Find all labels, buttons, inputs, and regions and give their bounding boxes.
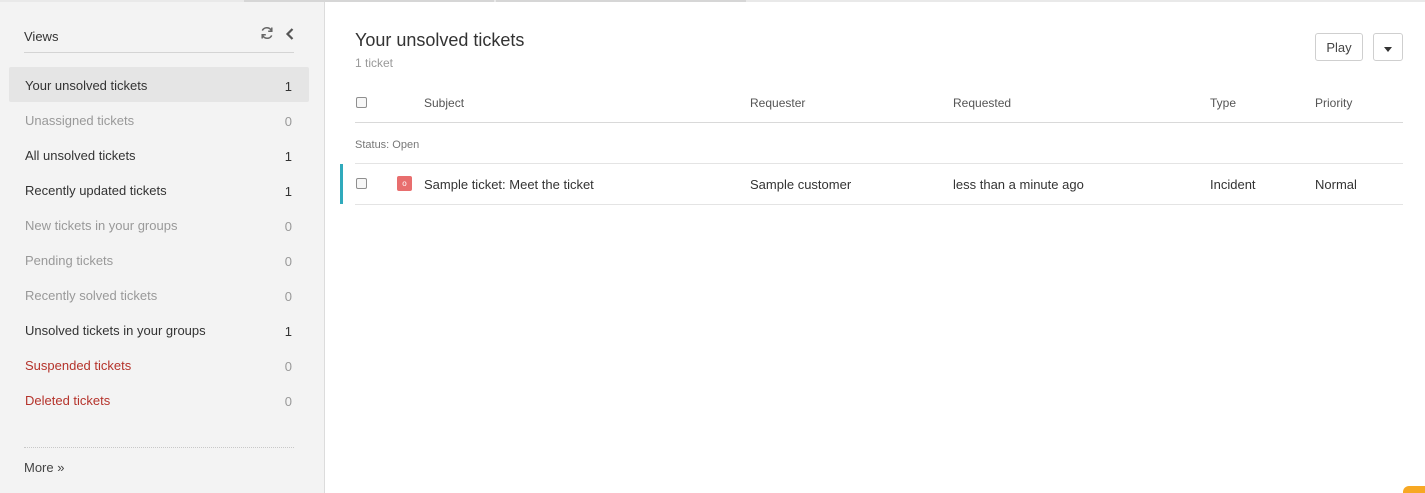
- view-label: Unsolved tickets in your groups: [25, 323, 206, 338]
- view-label: Recently solved tickets: [25, 288, 158, 303]
- sidebar-view-item[interactable]: Pending tickets 0: [9, 242, 309, 277]
- column-requester[interactable]: Requester: [750, 96, 805, 110]
- sidebar-divider: [24, 447, 294, 448]
- row-checkbox[interactable]: [356, 178, 367, 189]
- view-label: New tickets in your groups: [25, 218, 178, 233]
- view-label: Pending tickets: [25, 253, 114, 268]
- sidebar-view-item[interactable]: All unsolved tickets 1: [9, 137, 309, 172]
- view-count: 1: [284, 149, 292, 164]
- page-title: Your unsolved tickets: [355, 30, 525, 50]
- sidebar-view-item[interactable]: Recently solved tickets 0: [9, 277, 309, 312]
- table-row[interactable]: o Sample ticket: Meet the ticket Sample …: [340, 164, 1403, 205]
- view-count: 0: [284, 219, 292, 234]
- more-views-link[interactable]: More »: [24, 460, 64, 475]
- ticket-requester[interactable]: Sample customer: [750, 177, 851, 192]
- help-widget-tab[interactable]: [1403, 486, 1425, 493]
- group-header: Status: Open: [355, 123, 1403, 164]
- column-priority[interactable]: Priority: [1315, 96, 1352, 110]
- table-header: Subject Requester Requested Type Priorit…: [355, 84, 1403, 123]
- chevron-left-icon[interactable]: [285, 28, 295, 40]
- ticket-subject[interactable]: Sample ticket: Meet the ticket: [424, 177, 594, 192]
- ticket-count: 1 ticket: [355, 56, 394, 70]
- view-label: Deleted tickets: [25, 393, 111, 408]
- views-list: Your unsolved tickets 1 Unassigned tickets…: [9, 67, 309, 417]
- play-button[interactable]: Play: [1315, 33, 1363, 61]
- status-group-label: Status: Open: [355, 139, 420, 151]
- view-label: All unsolved tickets: [25, 148, 136, 163]
- status-badge: o: [397, 176, 412, 191]
- view-count: 1: [284, 324, 292, 339]
- views-title: Views: [24, 29, 59, 44]
- column-type[interactable]: Type: [1210, 96, 1236, 110]
- view-label: Unassigned tickets: [25, 113, 135, 128]
- view-count: 1: [284, 79, 292, 94]
- ticket-requested: less than a minute ago: [953, 177, 1084, 192]
- sidebar-view-item[interactable]: Suspended tickets 0: [9, 347, 309, 382]
- view-count: 1: [284, 184, 292, 199]
- sidebar-view-item[interactable]: Your unsolved tickets 1: [9, 67, 309, 102]
- tickets-table: Subject Requester Requested Type Priorit…: [340, 84, 1403, 205]
- main-content: Your unsolved tickets 1 ticket Play Subj…: [325, 2, 1425, 493]
- sidebar-view-item[interactable]: Deleted tickets 0: [9, 382, 309, 417]
- view-count: 0: [284, 394, 292, 409]
- view-count: 0: [284, 289, 292, 304]
- view-count: 0: [284, 254, 292, 269]
- row-highlight-bar: [340, 164, 343, 204]
- caret-down-icon: [1384, 46, 1392, 52]
- ticket-priority: Normal: [1315, 177, 1357, 192]
- sidebar-view-item[interactable]: Unassigned tickets 0: [9, 102, 309, 137]
- options-dropdown-button[interactable]: [1373, 33, 1403, 61]
- view-count: 0: [284, 114, 292, 129]
- column-subject[interactable]: Subject: [424, 96, 464, 110]
- views-header: Views: [24, 24, 294, 53]
- view-label: Your unsolved tickets: [25, 78, 148, 93]
- select-all-checkbox[interactable]: [356, 97, 367, 108]
- sidebar-view-item[interactable]: Recently updated tickets 1: [9, 172, 309, 207]
- refresh-icon[interactable]: [260, 26, 274, 40]
- column-requested[interactable]: Requested: [953, 96, 1011, 110]
- ticket-type: Incident: [1210, 177, 1256, 192]
- view-count: 0: [284, 359, 292, 374]
- sidebar-view-item[interactable]: New tickets in your groups 0: [9, 207, 309, 242]
- view-label: Recently updated tickets: [25, 183, 167, 198]
- views-sidebar: Views Your unsolved tickets 1 Unassigned t…: [0, 2, 325, 493]
- view-label: Suspended tickets: [25, 358, 132, 373]
- sidebar-view-item[interactable]: Unsolved tickets in your groups 1: [9, 312, 309, 347]
